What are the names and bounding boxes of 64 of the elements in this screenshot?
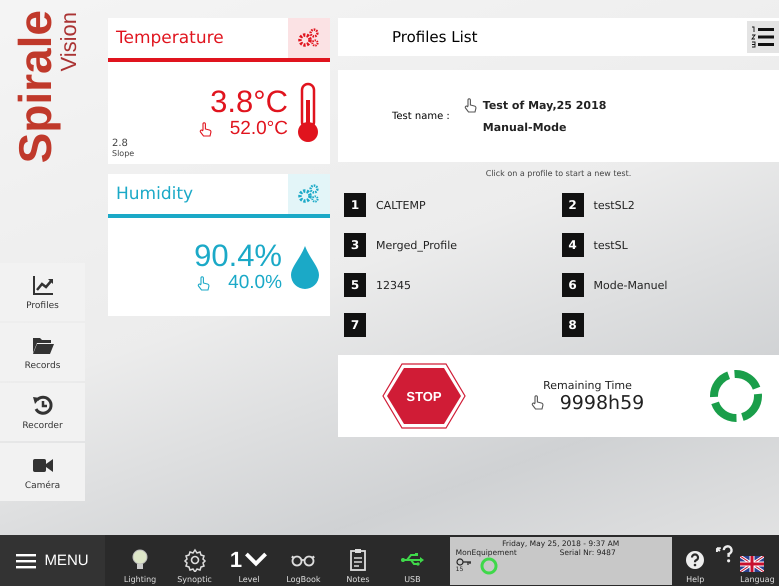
help-button[interactable]: Help [676, 535, 715, 586]
profile-number[interactable]: 8 [562, 313, 584, 337]
remaining-time-label: Remaining Time [543, 378, 632, 392]
setpoint-value: 52.0°C [230, 118, 288, 140]
numbered-list-icon [751, 26, 775, 48]
profile-number[interactable]: 4 [562, 233, 584, 257]
test-mode: Manual-Mode [482, 121, 568, 134]
profile-name[interactable]: testSL [594, 238, 628, 252]
test-name-label: Test name : [392, 110, 450, 122]
context-help-icon[interactable] [714, 544, 734, 564]
flag-icon [740, 556, 764, 572]
profile-name[interactable]: Merged_Profile [376, 238, 458, 252]
profile-number[interactable]: 7 [344, 313, 366, 337]
profile-name[interactable]: 12345 [376, 278, 411, 292]
hand-pointer-icon [197, 276, 210, 291]
toolbar-button[interactable]: Notes [330, 535, 386, 586]
logo-wordmark: Spirale [12, 10, 58, 164]
current-value: 90.4% [194, 240, 282, 272]
profile-number[interactable]: 6 [562, 273, 584, 297]
logo-subtitle: Vision [58, 12, 80, 72]
card-title: Humidity [115, 184, 194, 204]
progress-ring-icon [709, 369, 763, 423]
profile-name[interactable]: CALTEMP [376, 198, 426, 212]
profile-name[interactable]: Mode-Manuel [594, 278, 668, 292]
panel-title: Profiles List [392, 28, 478, 46]
test-name: Test of May,25 2018 [482, 99, 606, 112]
thermometer-icon [296, 82, 320, 144]
slope-value: 2.8 [112, 138, 129, 149]
toolbar-button[interactable]: 1 Level [222, 535, 276, 586]
remaining-time-value: 9998h59 [560, 392, 644, 414]
toolbar-button[interactable]: USB [385, 535, 440, 586]
gear-icon [182, 548, 207, 572]
menu-button[interactable]: MENU [0, 535, 106, 586]
toolbar-button[interactable]: Lighting [112, 535, 168, 586]
level-value: 1 [230, 548, 242, 572]
hand-pointer-icon [464, 98, 477, 113]
settings-button[interactable] [288, 18, 330, 58]
stop-button[interactable]: STOP [382, 363, 466, 429]
settings-icon [298, 28, 320, 48]
sidebar-item[interactable]: Records [0, 323, 85, 381]
water-drop-icon [290, 245, 320, 289]
profile-name[interactable]: testSL2 [594, 198, 635, 212]
hand-pointer-icon [530, 395, 544, 410]
setpoint-value: 40.0% [228, 272, 282, 294]
toolbar-button[interactable]: Synoptic [167, 535, 222, 586]
sidebar-item[interactable]: Caméra [0, 443, 85, 501]
numbered-list-button[interactable] [747, 21, 779, 53]
key-icon [456, 558, 472, 566]
status-ring-icon [480, 556, 498, 574]
card-title: Temperature [115, 28, 224, 48]
hand-pointer-icon [198, 122, 212, 137]
language-button[interactable]: Languag [740, 535, 779, 586]
profile-number[interactable]: 3 [344, 233, 366, 257]
profile-number[interactable]: 1 [344, 193, 366, 217]
sidebar-item[interactable]: Profiles [0, 263, 85, 321]
sidebar-item[interactable]: Recorder [0, 383, 85, 441]
current-value: 3.8°C [210, 86, 288, 118]
profile-number[interactable]: 2 [562, 193, 584, 217]
toolbar-button[interactable]: LogBook [276, 535, 331, 586]
menu-icon [16, 552, 36, 568]
profile-number[interactable]: 5 [344, 273, 366, 297]
hint-text: Click on a profile to start a new test. [484, 168, 632, 180]
settings-icon [298, 184, 320, 204]
slope-label: Slope [112, 149, 134, 158]
